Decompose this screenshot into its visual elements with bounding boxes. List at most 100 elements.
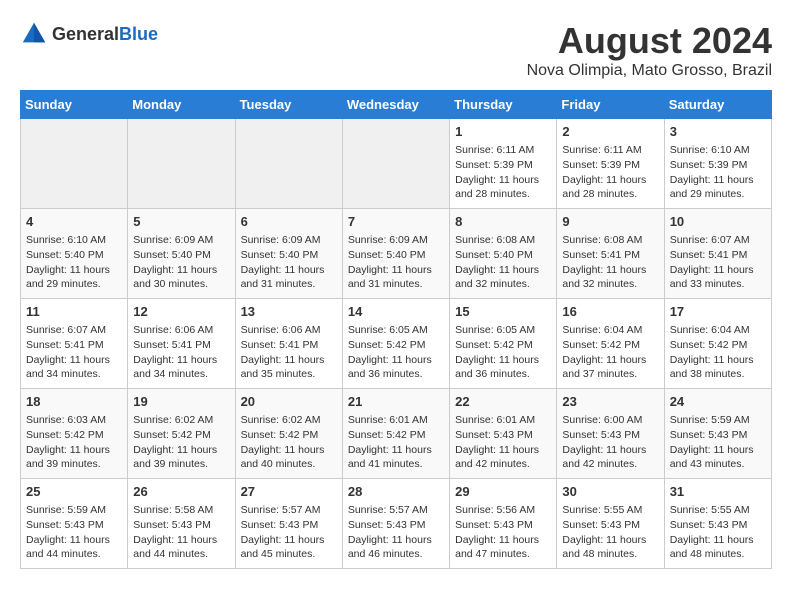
calendar-cell: 14 Sunrise: 6:05 AM Sunset: 5:42 PM Dayli… — [342, 299, 449, 389]
calendar-cell: 2 Sunrise: 6:11 AM Sunset: 5:39 PM Daylig… — [557, 119, 664, 209]
calendar-cell: 22Sunrise: 6:01 AM Sunset: 5:43 PM Dayli… — [450, 389, 557, 479]
day-number: 31 — [670, 483, 766, 501]
day-info: Sunrise: 6:00 AM Sunset: 5:43 PM Dayligh… — [562, 413, 658, 472]
day-number: 3 — [670, 123, 766, 141]
day-info: Sunrise: 6:11 AM Sunset: 5:39 PM Dayligh… — [562, 143, 658, 202]
day-number: 16 — [562, 303, 658, 321]
day-number: 7 — [348, 213, 444, 231]
calendar-cell: 20Sunrise: 6:02 AM Sunset: 5:42 PM Dayli… — [235, 389, 342, 479]
day-number: 21 — [348, 393, 444, 411]
day-number: 17 — [670, 303, 766, 321]
calendar-cell: 26Sunrise: 5:58 AM Sunset: 5:43 PM Dayli… — [128, 479, 235, 569]
day-info: Sunrise: 6:02 AM Sunset: 5:42 PM Dayligh… — [241, 413, 337, 472]
calendar-cell — [21, 119, 128, 209]
month-title: August 2024 — [527, 20, 772, 62]
day-info: Sunrise: 6:01 AM Sunset: 5:43 PM Dayligh… — [455, 413, 551, 472]
calendar-cell — [235, 119, 342, 209]
day-number: 5 — [133, 213, 229, 231]
header-sunday: Sunday — [21, 91, 128, 119]
header-monday: Monday — [128, 91, 235, 119]
calendar-cell: 6Sunrise: 6:09 AM Sunset: 5:40 PM Daylig… — [235, 209, 342, 299]
day-number: 11 — [26, 303, 122, 321]
day-number: 10 — [670, 213, 766, 231]
logo-icon — [20, 20, 48, 48]
day-number: 29 — [455, 483, 551, 501]
day-info: Sunrise: 6:07 AM Sunset: 5:41 PM Dayligh… — [670, 233, 766, 292]
day-info: Sunrise: 6:06 AM Sunset: 5:41 PM Dayligh… — [133, 323, 229, 382]
calendar-cell: 30Sunrise: 5:55 AM Sunset: 5:43 PM Dayli… — [557, 479, 664, 569]
week-row-2: 11 Sunrise: 6:07 AM Sunset: 5:41 PM Dayli… — [21, 299, 772, 389]
calendar-cell: 9 Sunrise: 6:08 AM Sunset: 5:41 PM Daylig… — [557, 209, 664, 299]
calendar-table: SundayMondayTuesdayWednesdayThursdayFrid… — [20, 90, 772, 569]
calendar-cell: 27 Sunrise: 5:57 AM Sunset: 5:43 PM Dayli… — [235, 479, 342, 569]
title-area: August 2024 Nova Olimpia, Mato Grosso, B… — [527, 20, 772, 80]
day-number: 19 — [133, 393, 229, 411]
location-title: Nova Olimpia, Mato Grosso, Brazil — [527, 62, 772, 80]
day-info: Sunrise: 6:09 AM Sunset: 5:40 PM Dayligh… — [241, 233, 337, 292]
day-info: Sunrise: 6:09 AM Sunset: 5:40 PM Dayligh… — [133, 233, 229, 292]
calendar-cell: 19 Sunrise: 6:02 AM Sunset: 5:42 PM Dayli… — [128, 389, 235, 479]
day-number: 14 — [348, 303, 444, 321]
week-row-3: 18Sunrise: 6:03 AM Sunset: 5:42 PM Dayli… — [21, 389, 772, 479]
logo-blue: Blue — [119, 24, 158, 44]
day-info: Sunrise: 5:59 AM Sunset: 5:43 PM Dayligh… — [670, 413, 766, 472]
week-row-1: 4 Sunrise: 6:10 AM Sunset: 5:40 PM Daylig… — [21, 209, 772, 299]
day-info: Sunrise: 6:05 AM Sunset: 5:42 PM Dayligh… — [348, 323, 444, 382]
day-info: Sunrise: 6:04 AM Sunset: 5:42 PM Dayligh… — [562, 323, 658, 382]
header-wednesday: Wednesday — [342, 91, 449, 119]
calendar-cell: 13 Sunrise: 6:06 AM Sunset: 5:41 PM Dayli… — [235, 299, 342, 389]
day-info: Sunrise: 6:09 AM Sunset: 5:40 PM Dayligh… — [348, 233, 444, 292]
week-row-0: 1Sunrise: 6:11 AM Sunset: 5:39 PM Daylig… — [21, 119, 772, 209]
day-info: Sunrise: 5:55 AM Sunset: 5:43 PM Dayligh… — [670, 503, 766, 562]
calendar-cell: 23 Sunrise: 6:00 AM Sunset: 5:43 PM Dayli… — [557, 389, 664, 479]
day-info: Sunrise: 6:08 AM Sunset: 5:40 PM Dayligh… — [455, 233, 551, 292]
calendar-cell: 5 Sunrise: 6:09 AM Sunset: 5:40 PM Daylig… — [128, 209, 235, 299]
day-info: Sunrise: 5:57 AM Sunset: 5:43 PM Dayligh… — [348, 503, 444, 562]
day-number: 2 — [562, 123, 658, 141]
calendar-cell: 25 Sunrise: 5:59 AM Sunset: 5:43 PM Dayli… — [21, 479, 128, 569]
day-info: Sunrise: 6:11 AM Sunset: 5:39 PM Dayligh… — [455, 143, 551, 202]
logo-general: General — [52, 24, 119, 44]
calendar-body: 1Sunrise: 6:11 AM Sunset: 5:39 PM Daylig… — [21, 119, 772, 569]
calendar-cell — [342, 119, 449, 209]
day-info: Sunrise: 6:05 AM Sunset: 5:42 PM Dayligh… — [455, 323, 551, 382]
calendar-cell: 28 Sunrise: 5:57 AM Sunset: 5:43 PM Dayli… — [342, 479, 449, 569]
week-row-4: 25 Sunrise: 5:59 AM Sunset: 5:43 PM Dayli… — [21, 479, 772, 569]
day-number: 28 — [348, 483, 444, 501]
day-info: Sunrise: 6:06 AM Sunset: 5:41 PM Dayligh… — [241, 323, 337, 382]
calendar-cell: 4 Sunrise: 6:10 AM Sunset: 5:40 PM Daylig… — [21, 209, 128, 299]
day-number: 13 — [241, 303, 337, 321]
calendar-cell: 24 Sunrise: 5:59 AM Sunset: 5:43 PM Dayli… — [664, 389, 771, 479]
day-info: Sunrise: 5:57 AM Sunset: 5:43 PM Dayligh… — [241, 503, 337, 562]
day-number: 8 — [455, 213, 551, 231]
day-number: 23 — [562, 393, 658, 411]
calendar-cell: 31 Sunrise: 5:55 AM Sunset: 5:43 PM Dayli… — [664, 479, 771, 569]
day-number: 24 — [670, 393, 766, 411]
day-number: 15 — [455, 303, 551, 321]
day-number: 4 — [26, 213, 122, 231]
day-info: Sunrise: 6:01 AM Sunset: 5:42 PM Dayligh… — [348, 413, 444, 472]
day-number: 30 — [562, 483, 658, 501]
calendar-cell: 18Sunrise: 6:03 AM Sunset: 5:42 PM Dayli… — [21, 389, 128, 479]
header-friday: Friday — [557, 91, 664, 119]
calendar-cell: 29Sunrise: 5:56 AM Sunset: 5:43 PM Dayli… — [450, 479, 557, 569]
calendar-header-row: SundayMondayTuesdayWednesdayThursdayFrid… — [21, 91, 772, 119]
calendar-cell: 17 Sunrise: 6:04 AM Sunset: 5:42 PM Dayli… — [664, 299, 771, 389]
calendar-cell: 7 Sunrise: 6:09 AM Sunset: 5:40 PM Daylig… — [342, 209, 449, 299]
day-info: Sunrise: 6:04 AM Sunset: 5:42 PM Dayligh… — [670, 323, 766, 382]
calendar-cell: 15 Sunrise: 6:05 AM Sunset: 5:42 PM Dayli… — [450, 299, 557, 389]
header-thursday: Thursday — [450, 91, 557, 119]
calendar-cell: 12Sunrise: 6:06 AM Sunset: 5:41 PM Dayli… — [128, 299, 235, 389]
day-info: Sunrise: 6:02 AM Sunset: 5:42 PM Dayligh… — [133, 413, 229, 472]
calendar-cell: 8 Sunrise: 6:08 AM Sunset: 5:40 PM Daylig… — [450, 209, 557, 299]
day-info: Sunrise: 5:58 AM Sunset: 5:43 PM Dayligh… — [133, 503, 229, 562]
day-number: 25 — [26, 483, 122, 501]
calendar-cell: 16 Sunrise: 6:04 AM Sunset: 5:42 PM Dayli… — [557, 299, 664, 389]
day-info: Sunrise: 6:10 AM Sunset: 5:40 PM Dayligh… — [26, 233, 122, 292]
day-info: Sunrise: 6:07 AM Sunset: 5:41 PM Dayligh… — [26, 323, 122, 382]
day-info: Sunrise: 6:08 AM Sunset: 5:41 PM Dayligh… — [562, 233, 658, 292]
day-info: Sunrise: 6:10 AM Sunset: 5:39 PM Dayligh… — [670, 143, 766, 202]
day-number: 9 — [562, 213, 658, 231]
day-info: Sunrise: 5:59 AM Sunset: 5:43 PM Dayligh… — [26, 503, 122, 562]
day-number: 27 — [241, 483, 337, 501]
